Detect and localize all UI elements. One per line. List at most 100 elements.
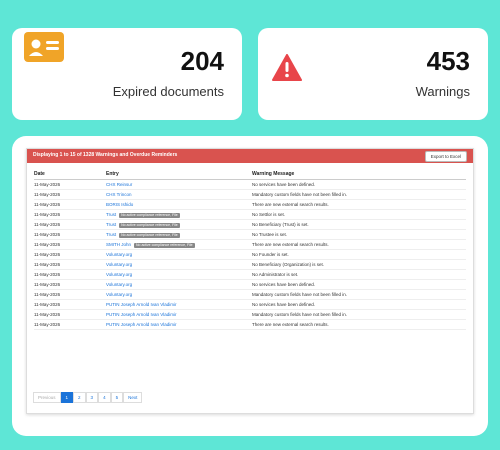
pagination: Previous 1 2 3 4 5 Next — [33, 392, 143, 403]
row-warning-message: No services have been defined. — [252, 299, 466, 310]
row-entry-tag: No active compliance reference, File — [119, 212, 180, 218]
table-row: 11-May-2026 CHX Reinsur No services have b… — [34, 179, 466, 190]
row-entry-cell: Trust No active compliance reference, Fil… — [106, 219, 252, 230]
row-date: 11-May-2026 — [34, 189, 106, 200]
row-warning-message: No Beneficiary (Trust) is set. — [252, 219, 466, 230]
row-warning-message: Mandatory custom fields have not been fi… — [252, 189, 466, 200]
column-header-warning-message: Warning Message — [252, 169, 466, 180]
export-to-excel-button[interactable]: Export to Excel — [424, 151, 467, 162]
row-entry-link[interactable]: Trust — [106, 212, 116, 217]
row-entry-cell: Voluntary.org — [106, 289, 252, 300]
row-entry-link[interactable]: Trust — [106, 232, 116, 237]
table-row: 11-May-2026 Trust No active compliance ref… — [34, 219, 466, 230]
row-date: 11-May-2026 — [34, 229, 106, 240]
row-entry-cell: Trust No active compliance reference, Fil… — [106, 209, 252, 220]
row-entry-cell: CHX Trincon — [106, 189, 252, 200]
row-entry-tag: No active compliance reference, File — [119, 222, 180, 228]
table-row: 11-May-2026 BORIS Ishido There are new ext… — [34, 199, 466, 210]
warnings-table-card: Displaying 1 to 15 of 1328 Warnings and … — [26, 148, 474, 414]
row-warning-message: There are new external search results. — [252, 319, 466, 330]
pagination-previous[interactable]: Previous — [33, 392, 61, 403]
pagination-page-4[interactable]: 4 — [98, 392, 111, 403]
row-entry-link[interactable]: SMITH John — [106, 242, 131, 247]
row-warning-message: Mandatory custom fields have not been fi… — [252, 309, 466, 320]
table-header-bar: Displaying 1 to 15 of 1328 Warnings and … — [27, 149, 473, 163]
row-entry-link[interactable]: PUTIN Joseph Arnold Ivan Vladimir — [106, 302, 177, 307]
expired-documents-label: Expired documents — [112, 84, 224, 99]
row-warning-message: No Beneficiary (Organization) is set. — [252, 259, 466, 270]
row-date: 11-May-2026 — [34, 219, 106, 230]
pagination-page-2[interactable]: 2 — [73, 392, 86, 403]
row-warning-message: Mandatory custom fields have not been fi… — [252, 289, 466, 300]
row-date: 11-May-2026 — [34, 249, 106, 260]
table-row: 11-May-2026 CHX Trincon Mandatory custom f… — [34, 189, 466, 200]
row-warning-message: No services have been defined. — [252, 279, 466, 290]
row-entry-cell: Voluntary.org — [106, 269, 252, 280]
row-entry-cell: PUTIN Joseph Arnold Ivan Vladimir — [106, 309, 252, 320]
table-row: 11-May-2026 SMITH John No active complianc… — [34, 239, 466, 250]
row-entry-link[interactable]: CHX Reinsur — [106, 182, 132, 187]
row-warning-message: No Settlor is set. — [252, 209, 466, 220]
column-header-date: Date — [34, 169, 106, 180]
row-warning-message: There are new external search results. — [252, 199, 466, 210]
expired-documents-count: 204 — [180, 46, 224, 76]
row-warning-message: There are new external search results. — [252, 239, 466, 250]
table-row: 11-May-2026 PUTIN Joseph Arnold Ivan Vlad… — [34, 299, 466, 310]
row-date: 11-May-2026 — [34, 199, 106, 210]
row-entry-link[interactable]: Voluntary.org — [106, 272, 132, 277]
row-date: 11-May-2026 — [34, 269, 106, 280]
table-row: 11-May-2026 Voluntary.org No Administrator… — [34, 269, 466, 280]
warnings-label: Warnings — [415, 84, 470, 99]
pagination-page-1[interactable]: 1 — [60, 392, 74, 403]
row-date: 11-May-2026 — [34, 289, 106, 300]
row-entry-link[interactable]: CHX Trincon — [106, 192, 132, 197]
row-entry-cell: BORIS Ishido — [106, 199, 252, 210]
row-entry-cell: PUTIN Joseph Arnold Ivan Vladimir — [106, 319, 252, 330]
table-row: 11-May-2026 Trust No active compliance ref… — [34, 209, 466, 220]
row-entry-link[interactable]: BORIS Ishido — [106, 202, 133, 207]
row-entry-link[interactable]: Voluntary.org — [106, 262, 132, 267]
row-date: 11-May-2026 — [34, 319, 106, 330]
row-entry-tag: No active compliance reference, File — [134, 242, 195, 248]
row-date: 11-May-2026 — [34, 259, 106, 270]
row-entry-cell: Voluntary.org — [106, 249, 252, 260]
row-warning-message: No Founder is set. — [252, 249, 466, 260]
row-warning-message: No services have been defined. — [252, 179, 466, 190]
row-entry-cell: PUTIN Joseph Arnold Ivan Vladimir — [106, 299, 252, 310]
row-entry-cell: Voluntary.org — [106, 279, 252, 290]
row-date: 11-May-2026 — [34, 179, 106, 190]
row-date: 11-May-2026 — [34, 309, 106, 320]
row-entry-link[interactable]: Voluntary.org — [106, 292, 132, 297]
row-entry-link[interactable]: Voluntary.org — [106, 282, 132, 287]
row-date: 11-May-2026 — [34, 299, 106, 310]
pagination-page-5[interactable]: 5 — [110, 392, 124, 403]
pagination-page-3[interactable]: 3 — [85, 392, 99, 403]
row-entry-cell: Trust No active compliance reference, Fil… — [106, 229, 252, 240]
table-header-row: Date Entry Warning Message — [34, 169, 466, 180]
row-entry-link[interactable]: PUTIN Joseph Arnold Ivan Vladimir — [106, 312, 177, 317]
column-header-entry: Entry — [106, 169, 252, 180]
row-date: 11-May-2026 — [34, 239, 106, 250]
table-row: 11-May-2026 PUTIN Joseph Arnold Ivan Vlad… — [34, 309, 466, 320]
row-entry-link[interactable]: PUTIN Joseph Arnold Ivan Vladimir — [106, 322, 177, 327]
row-entry-link[interactable]: Voluntary.org — [106, 252, 132, 257]
id-card-icon — [24, 32, 64, 62]
warnings-count: 453 — [426, 46, 470, 76]
table-row: 11-May-2026 Voluntary.org No Founder is se… — [34, 249, 466, 260]
table-row: 11-May-2026 Voluntary.org No services have… — [34, 279, 466, 290]
row-date: 11-May-2026 — [34, 209, 106, 220]
pagination-next[interactable]: Next — [123, 392, 143, 403]
row-entry-link[interactable]: Trust — [106, 222, 116, 227]
row-entry-cell: SMITH John No active compliance reference… — [106, 239, 252, 250]
row-entry-cell: CHX Reinsur — [106, 179, 252, 190]
table-row: 11-May-2026 PUTIN Joseph Arnold Ivan Vlad… — [34, 319, 466, 330]
row-date: 11-May-2026 — [34, 279, 106, 290]
warning-triangle-icon — [272, 54, 302, 81]
row-entry-tag: No active compliance reference, File — [119, 232, 180, 238]
row-warning-message: No Administrator is set. — [252, 269, 466, 280]
table-title: Displaying 1 to 15 of 1328 Warnings and … — [33, 152, 178, 158]
row-warning-message: No Trustee is set. — [252, 229, 466, 240]
table-row: 11-May-2026 Voluntary.org Mandatory custom… — [34, 289, 466, 300]
table-row: 11-May-2026 Trust No active compliance ref… — [34, 229, 466, 240]
row-entry-cell: Voluntary.org — [106, 259, 252, 270]
